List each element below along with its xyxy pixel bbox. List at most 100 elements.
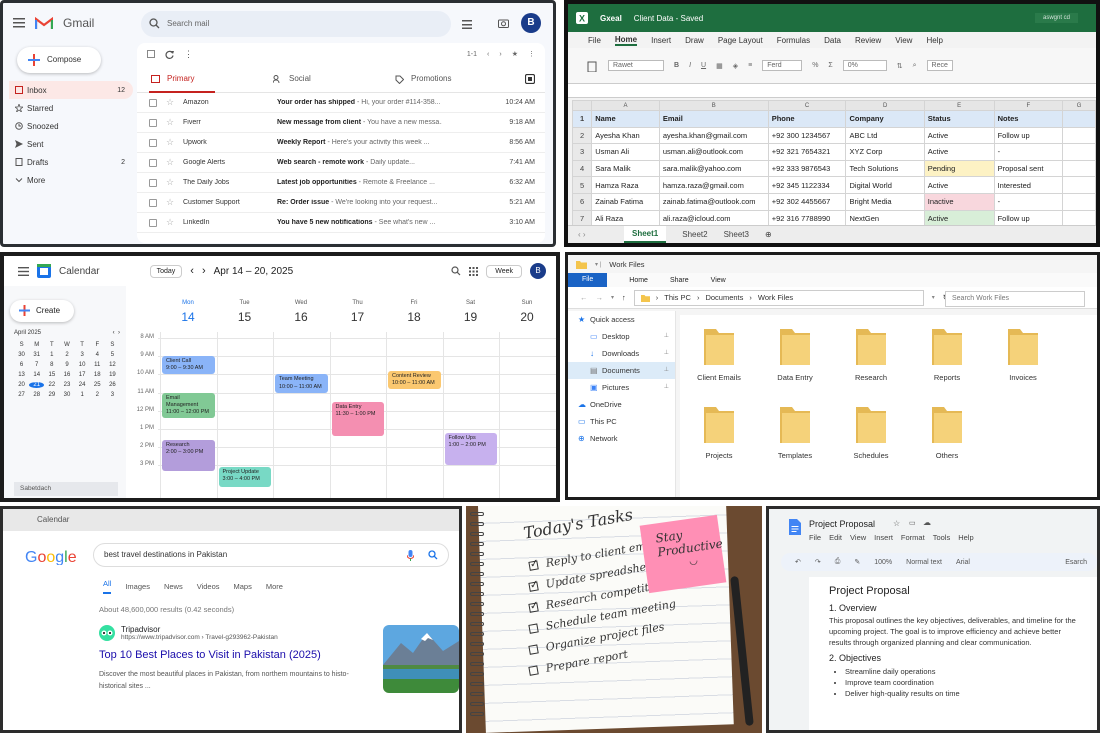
star-icon[interactable]: ☆ (166, 97, 174, 108)
chevron-right-icon[interactable]: › (202, 265, 206, 277)
mini-date[interactable]: 16 (59, 372, 74, 378)
forward-icon[interactable]: → (596, 293, 604, 302)
redo-icon[interactable]: ↷ (815, 558, 821, 566)
star-icon[interactable]: ☆ (166, 177, 174, 188)
tree-item[interactable]: ▭ Desktop ⊥ (568, 328, 675, 345)
address-bar[interactable]: › This PC › Documents › Work Files (633, 289, 924, 306)
add-sheet-icon[interactable]: ⊕ (765, 230, 772, 239)
mini-date[interactable]: 27 (14, 392, 29, 398)
create-button[interactable]: Create (10, 300, 74, 322)
menu-icon[interactable] (18, 266, 29, 276)
tree-item[interactable]: ☁ OneDrive (568, 396, 675, 413)
calendar-event[interactable]: Research 2:00 – 3:00 PM (162, 439, 215, 471)
paste-icon[interactable] (586, 60, 598, 72)
search-tab-news[interactable]: News (164, 582, 183, 591)
calendar-event[interactable]: Email Management 11:00 – 12:00 PM (162, 392, 215, 419)
mini-date[interactable]: 17 (75, 372, 90, 378)
menu-review[interactable]: Review (855, 36, 881, 45)
document-page[interactable]: Project Proposal 1. Overview This propos… (809, 577, 1097, 730)
column-header[interactable]: G (1062, 100, 1096, 111)
email-checkbox[interactable] (149, 139, 157, 147)
select-all-checkbox[interactable] (147, 50, 155, 58)
email-checkbox[interactable] (149, 119, 157, 127)
cell[interactable]: Active (923, 143, 995, 161)
mini-date[interactable]: 28 (29, 392, 44, 398)
cell[interactable] (1062, 159, 1096, 178)
search-input[interactable]: best travel destinations in Pakistan (93, 543, 449, 567)
folder-item[interactable]: Schedules (836, 401, 906, 460)
cell[interactable]: Digital World (845, 176, 925, 194)
mini-date[interactable]: 7 (29, 362, 44, 368)
quick-access-toolbar-icon[interactable]: ▾ | (595, 261, 601, 268)
menu-help[interactable]: Help (926, 36, 942, 45)
email-checkbox[interactable] (149, 219, 157, 227)
nav-drafts[interactable]: Drafts 2 (9, 153, 133, 171)
search-tab-more[interactable]: More (266, 582, 283, 591)
menu-file[interactable]: File (588, 36, 601, 45)
star-filter-icon[interactable]: ★ (512, 50, 518, 58)
percent-icon[interactable]: % (812, 62, 818, 69)
cell[interactable]: Usman Ali (591, 143, 660, 161)
star-icon[interactable]: ☆ (166, 117, 174, 128)
menu-formulas[interactable]: Formulas (777, 36, 810, 45)
up-icon[interactable]: ↑ (622, 293, 626, 302)
mini-date[interactable]: 19 (105, 372, 120, 378)
folder-item[interactable]: Templates (760, 401, 830, 460)
mini-date[interactable]: 11 (90, 362, 105, 368)
mini-date[interactable]: 14 (29, 372, 44, 378)
style-select[interactable]: Normal text (906, 559, 942, 566)
day-header[interactable]: Mon 14 (160, 300, 216, 324)
email-checkbox[interactable] (149, 199, 157, 207)
cell[interactable]: Tech Solutions (845, 159, 925, 178)
column-header[interactable]: C (767, 100, 847, 111)
search-icon[interactable] (451, 266, 461, 276)
cell[interactable]: +92 302 4455667 (767, 192, 847, 211)
mini-date[interactable]: 2 (59, 352, 74, 358)
cell[interactable]: XYZ Corp (845, 143, 925, 161)
tab-promotions[interactable]: Promotions (393, 65, 451, 93)
email-row[interactable]: ☆ Google Alerts Web search - remote work -… (137, 153, 545, 173)
border-icon[interactable]: ▦ (716, 62, 723, 70)
chevron-right-icon[interactable]: › (499, 51, 501, 58)
more-vert-icon[interactable]: ⋮ (184, 49, 193, 60)
mini-date[interactable]: 6 (14, 362, 29, 368)
header-cell[interactable]: Phone (767, 110, 847, 128)
menu-view[interactable]: View (895, 36, 912, 45)
cell[interactable] (1062, 192, 1096, 211)
mini-date[interactable]: 25 (90, 382, 105, 388)
row-number[interactable]: 1 (571, 110, 593, 128)
nav-sent[interactable]: Sent (9, 135, 133, 153)
star-icon[interactable]: ☆ (166, 137, 174, 148)
search-menus[interactable]: Esarch (1065, 559, 1087, 566)
cell[interactable]: +92 321 7654321 (767, 143, 847, 161)
row-number[interactable]: 4 (571, 159, 593, 178)
star-icon[interactable]: ☆ (893, 519, 900, 528)
email-row[interactable]: ☆ Fiverr New message from client - You hav… (137, 113, 545, 133)
column-header[interactable]: D (845, 100, 925, 111)
sum-icon[interactable]: Σ (828, 62, 832, 69)
day-header[interactable]: Wed 16 (273, 300, 329, 324)
result-thumbnail-image[interactable] (383, 625, 459, 693)
view-select[interactable]: Week (486, 264, 522, 278)
mini-date[interactable]: 3 (75, 352, 90, 358)
day-header[interactable]: Sun 20 (499, 300, 555, 324)
refresh-icon[interactable] (165, 50, 174, 59)
tree-item[interactable]: ▣ Pictures ⊥ (568, 379, 675, 396)
search-tab-maps[interactable]: Maps (234, 582, 252, 591)
breadcrumb-work-files[interactable]: Work Files (758, 291, 793, 305)
cell[interactable]: Active (923, 126, 995, 145)
tree-item[interactable]: ↓ Downloads ⊥ (568, 345, 675, 362)
sheet-nav-icon[interactable]: ‹ › (578, 230, 586, 239)
email-row[interactable]: ☆ The Daily Jobs Latest job opportunities … (137, 173, 545, 193)
email-checkbox[interactable] (149, 159, 157, 167)
tree-item[interactable]: ▭ This PC (568, 413, 675, 430)
mic-icon[interactable] (407, 550, 414, 561)
today-button[interactable]: Today (149, 264, 183, 278)
mini-date[interactable]: 5 (105, 352, 120, 358)
header-cell[interactable]: Status (923, 110, 995, 128)
cell[interactable] (1062, 176, 1096, 194)
font-select[interactable]: Rawet (608, 60, 664, 71)
menu-file[interactable]: File (809, 533, 821, 542)
menu-format[interactable]: Format (901, 533, 925, 542)
folder-item[interactable]: Research (836, 323, 906, 382)
